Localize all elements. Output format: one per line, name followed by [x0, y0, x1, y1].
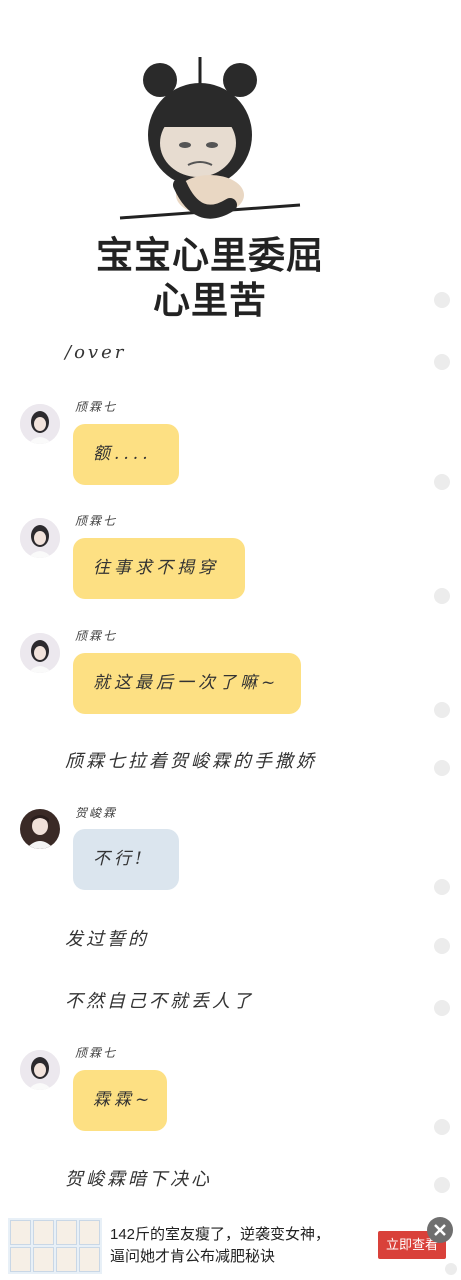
close-icon-glyph [434, 1224, 446, 1236]
meme-caption-line2: 心里苦 [153, 279, 267, 322]
avatar-girl-icon [20, 518, 60, 558]
scroll-dot [434, 292, 450, 308]
close-icon[interactable] [427, 1217, 453, 1243]
scroll-dot [434, 879, 450, 895]
sender-name: 颀霖七 [75, 514, 118, 528]
avatar[interactable] [20, 1050, 60, 1090]
chat-bubble: 就这最后一次了嘛~ [73, 653, 301, 714]
avatar[interactable] [20, 809, 60, 849]
scroll-dot [434, 474, 450, 490]
narration-line: 颀霖七拉着贺峻霖的手撒娇 [65, 751, 317, 772]
chat-bubble: 往事求不揭穿 [73, 538, 245, 599]
scroll-dot [434, 1000, 450, 1016]
chat-bubble: 霖霖~ [73, 1070, 167, 1131]
avatar[interactable] [20, 404, 60, 444]
narration-line: 贺峻霖暗下决心 [65, 1169, 212, 1190]
chat-bubble: 额.... [73, 424, 179, 485]
avatar-girl-icon [20, 1050, 60, 1090]
narration-line: /over [65, 342, 127, 363]
sender-name: 贺峻霖 [75, 806, 118, 820]
avatar-girl-icon [20, 633, 60, 673]
chat-bubble: 不行! [73, 829, 179, 890]
scroll-dot [434, 760, 450, 776]
scroll-dot [445, 1263, 457, 1275]
sender-name: 颀霖七 [75, 1046, 118, 1060]
ad-headline[interactable]: 142斤的室友瘦了，逆袭变女神， 逼问她才肯公布减肥秘诀 [110, 1224, 370, 1268]
meme-sticker: 宝宝心里委屈 心里苦 [80, 55, 340, 322]
sender-name: 颀霖七 [75, 400, 118, 414]
narration-line: 不然自己不就丢人了 [65, 991, 254, 1012]
avatar[interactable] [20, 518, 60, 558]
sender-name: 颀霖七 [75, 629, 118, 643]
avatar[interactable] [20, 633, 60, 673]
scroll-dot [434, 588, 450, 604]
ad-thumbnail[interactable] [8, 1218, 102, 1274]
scroll-dot [434, 1177, 450, 1193]
scroll-dot [434, 1119, 450, 1135]
scroll-dot [434, 354, 450, 370]
narration-line: 发过誓的 [65, 929, 149, 950]
ad-headline-line2: 逼问她才肯公布减肥秘诀 [110, 1248, 276, 1265]
avatar-boy-icon [20, 809, 60, 849]
scroll-dot [434, 702, 450, 718]
ad-headline-line1: 142斤的室友瘦了，逆袭变女神， [110, 1226, 331, 1243]
meme-illustration [119, 57, 301, 220]
scroll-dot [434, 938, 450, 954]
avatar-girl-icon [20, 404, 60, 444]
